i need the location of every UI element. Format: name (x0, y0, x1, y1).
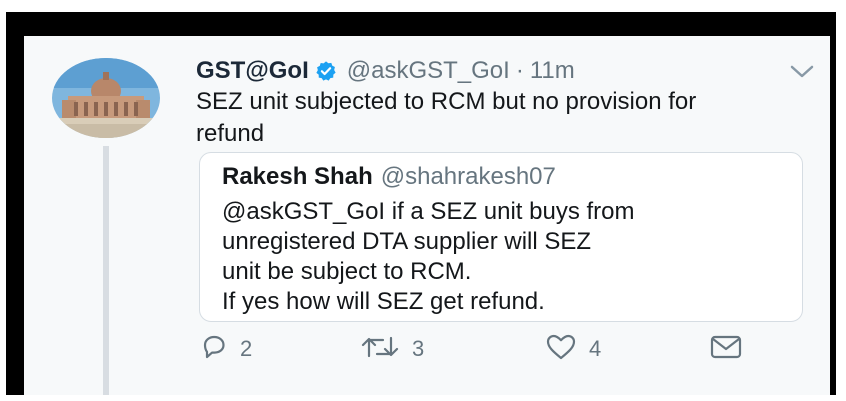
retweet-count: 3 (412, 336, 425, 361)
reply-button[interactable]: 2 (200, 332, 252, 366)
verified-badge-icon (315, 60, 337, 82)
tweet-text: SEZ unit subjected to RCM but no provisi… (196, 88, 697, 147)
direct-message-button[interactable] (710, 332, 742, 366)
like-button[interactable]: 4 (545, 332, 601, 366)
reply-icon (200, 334, 228, 364)
separator: · (515, 57, 524, 84)
quoted-author-name: Rakesh Shah (222, 163, 373, 190)
envelope-icon (710, 335, 742, 363)
quoted-text-line: unit be subject to RCM. (222, 258, 472, 285)
chevron-down-icon[interactable] (790, 64, 814, 83)
reply-count: 2 (240, 336, 253, 361)
quoted-text-line: unregistered DTA supplier will SEZ (222, 228, 592, 255)
quoted-tweet-header: Rakesh Shah @shahrakesh07 (222, 163, 556, 191)
thread-line (103, 146, 109, 395)
like-count: 4 (589, 336, 602, 361)
quoted-text-line: If yes how will SEZ get refund. (222, 288, 545, 315)
heart-icon (545, 333, 577, 365)
retweet-icon (360, 334, 400, 364)
handle-and-time: @askGST_GoI · 11m (347, 57, 575, 85)
avatar[interactable] (52, 58, 160, 138)
author-handle[interactable]: @askGST_GoI (347, 57, 510, 84)
tweet-header: GST@GoI @askGST_GoI · 11m (196, 54, 575, 88)
quoted-tweet-card[interactable]: Rakesh Shah @shahrakesh07 @askGST_GoI if … (199, 152, 803, 322)
tweet-container: GST@GoI @askGST_GoI · 11m SEZ unit subject… (24, 36, 830, 395)
quoted-author-handle: @shahrakesh07 (380, 163, 556, 190)
author-name[interactable]: GST@GoI (196, 57, 309, 85)
quoted-text-line: @askGST_GoI if a SEZ unit buys from (222, 198, 635, 225)
tweet-actions: 2 3 4 (200, 332, 742, 366)
retweet-button[interactable]: 3 (360, 332, 424, 366)
quoted-tweet-text: @askGST_GoI if a SEZ unit buys from unre… (222, 197, 792, 317)
timestamp[interactable]: 11m (530, 57, 575, 84)
screenshot-frame: GST@GoI @askGST_GoI · 11m SEZ unit subject… (6, 12, 836, 395)
